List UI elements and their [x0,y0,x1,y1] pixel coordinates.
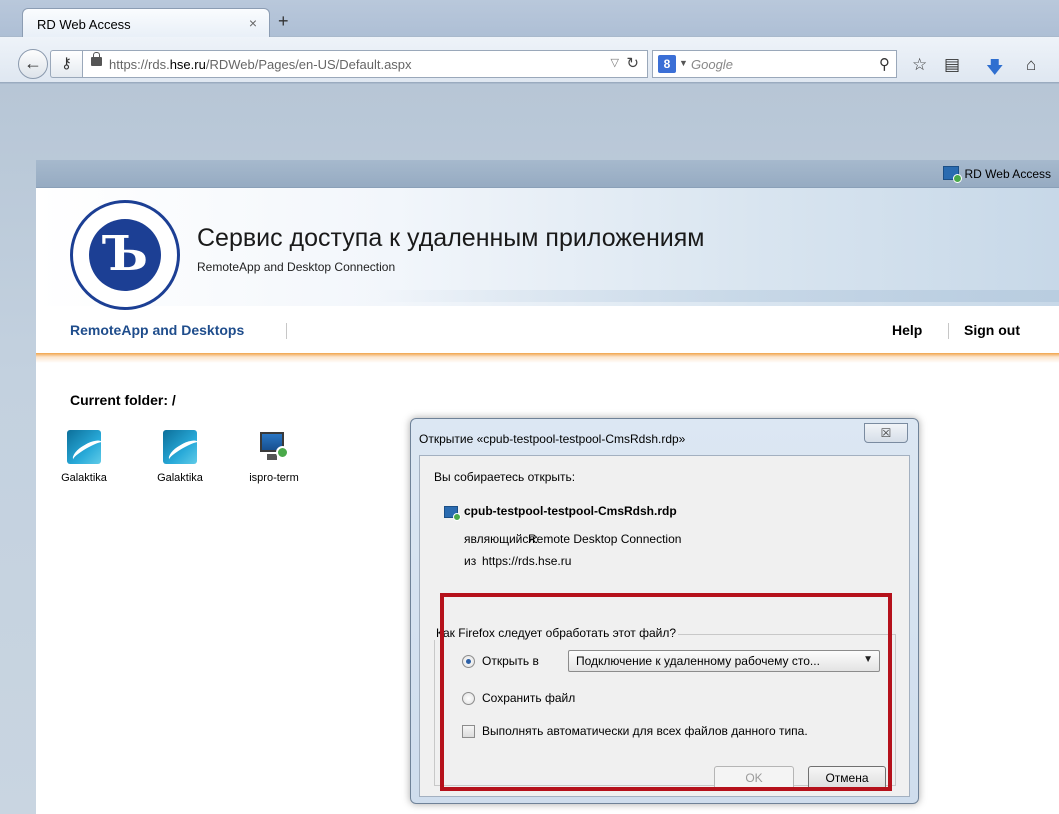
lock-icon [91,52,102,66]
page-subtitle: RemoteApp and Desktop Connection [197,260,396,274]
google-icon[interactable]: 8 [658,55,676,73]
app-galaktika-1[interactable]: Galaktika [44,430,124,484]
nav-remoteapp-and-desktops[interactable]: RemoteApp and Desktops [70,322,244,338]
sign-out-link[interactable]: Sign out [964,322,1020,338]
current-folder-label: Current folder: / [70,392,176,408]
back-arrow-icon[interactable]: ← [18,49,48,79]
url-dropdown-icon[interactable]: ▽ [611,56,619,69]
file-name: cpub-testpool-testpool-CmsRdsh.rdp [464,504,677,518]
home-icon[interactable]: ⌂ [1026,55,1036,75]
search-icon[interactable]: ⚲ [879,55,890,73]
search-placeholder: Google [691,57,733,72]
nav-divider [948,323,949,339]
navigation-toolbar: ← ⚷ https://rds.hse.ru/RDWeb/Pages/en-US… [0,37,1059,83]
window-title-bar: RD Web Access [36,160,1059,188]
hse-logo: Ъ [70,200,180,310]
close-icon[interactable]: × [249,15,257,31]
tab-title: RD Web Access [37,17,131,32]
logo-emblem: Ъ [89,219,161,291]
help-link[interactable]: Help [892,322,922,338]
dialog-title: Открытие «cpub-testpool-testpool-CmsRdsh… [419,432,686,446]
reload-icon[interactable]: ↻ [626,54,639,72]
search-bar[interactable]: 8 ▼ Google ⚲ [652,50,897,78]
galaktika-icon[interactable] [163,430,197,464]
app-ispro-term[interactable]: ispro-term [234,430,314,484]
window-label: RD Web Access [964,167,1051,181]
download-icon[interactable]: 🡇 [986,55,1003,84]
app-galaktika-2[interactable]: Galaktika [140,430,220,484]
new-tab-icon[interactable]: + [278,11,289,32]
close-icon[interactable]: ☒ [864,423,908,443]
url-bar[interactable]: https://rds.hse.ru/RDWeb/Pages/en-US/Def… [82,50,648,78]
file-source-label: из [464,554,477,568]
highlight-frame [440,593,892,791]
nav-divider [286,323,287,339]
page-title: Сервис доступа к удаленным приложениям [197,224,705,252]
app-label[interactable]: Galaktika [140,472,220,484]
banner-stripe [366,290,1059,302]
bookmarks-list-icon[interactable]: ▤ [944,55,960,75]
header-banner: Ъ Сервис доступа к удаленным приложениям… [36,188,1059,310]
tab-bar: RD Web Access × + [0,0,1059,38]
chevron-down-icon[interactable]: ▼ [679,58,688,68]
key-icon[interactable]: ⚷ [50,50,82,78]
file-type-value: Remote Desktop Connection [528,532,682,546]
url-text: https://rds.hse.ru/RDWeb/Pages/en-US/Def… [109,57,412,72]
bookmark-star-icon[interactable]: ☆ [912,55,927,75]
remote-desktop-icon[interactable] [257,430,291,464]
header-divider [36,353,1059,363]
site-nav: RemoteApp and Desktops Help Sign out [36,320,1059,348]
galaktika-icon[interactable] [67,430,101,464]
rd-web-access-icon [943,166,962,183]
dialog-intro: Вы собираетесь открыть: [434,470,576,484]
app-label[interactable]: Galaktika [44,472,124,484]
rdp-file-icon [444,506,461,521]
app-label[interactable]: ispro-term [234,472,314,484]
tab-rd-web-access[interactable]: RD Web Access × [22,8,270,38]
file-source-value: https://rds.hse.ru [482,554,572,568]
